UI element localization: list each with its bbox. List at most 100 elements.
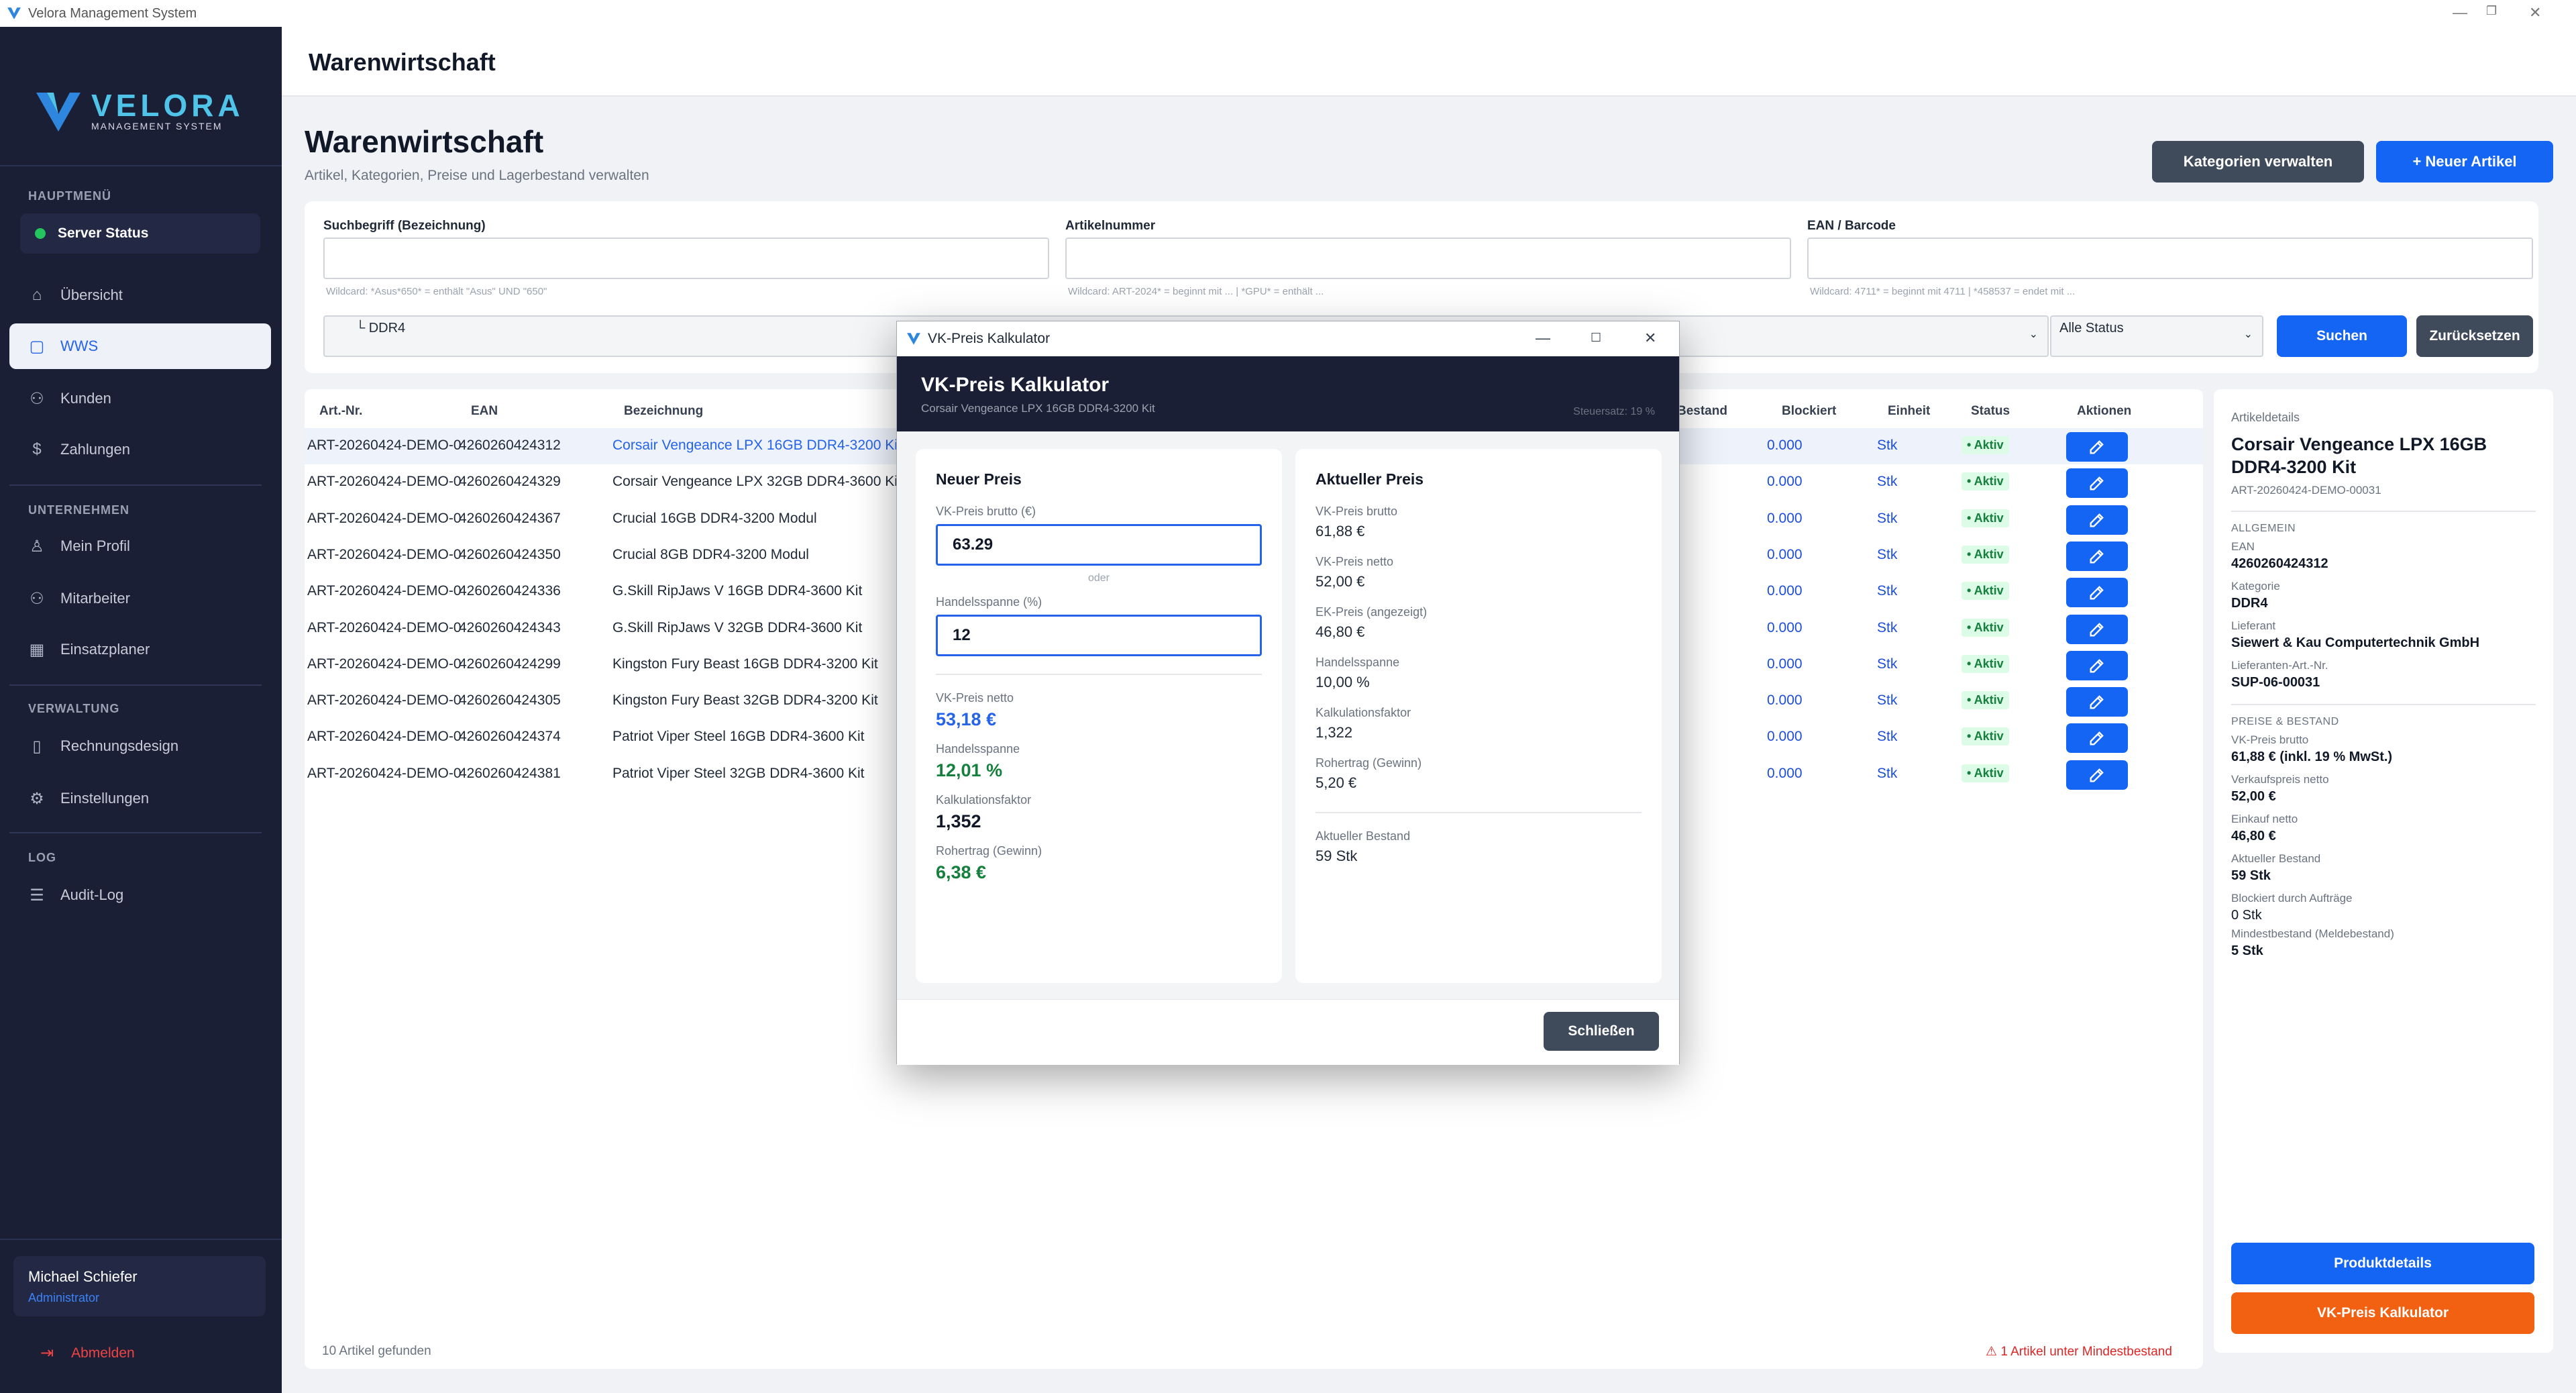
search-button[interactable]: Suchen xyxy=(2277,315,2407,357)
edit-button[interactable] xyxy=(2066,760,2128,790)
sidebar-item-staff[interactable]: ⚇ Mitarbeiter xyxy=(9,576,271,621)
gross-price-input[interactable]: 63.29 xyxy=(936,524,1262,566)
manage-categories-button[interactable]: Kategorien verwalten xyxy=(2152,141,2364,183)
sidebar-item-wws[interactable]: ▢ WWS xyxy=(9,323,271,369)
server-status[interactable]: Server Status xyxy=(20,213,260,254)
col-status[interactable]: Status xyxy=(1971,404,2010,419)
sidebar-divider xyxy=(0,1239,282,1240)
ek-label: Einkauf netto xyxy=(2231,813,2298,825)
span-value: 12,01 % xyxy=(936,760,1003,780)
col-artno[interactable]: Art.-Nr. xyxy=(319,404,362,419)
cell-artno: ART-20260424-DEMO-0 xyxy=(307,729,462,745)
document-icon: ▯ xyxy=(32,737,42,756)
cur-stock-label: Aktueller Bestand xyxy=(1316,829,1411,843)
sidebar-item-customers[interactable]: ⚇ Kunden xyxy=(9,376,271,421)
dialog-window-title: VK-Preis Kalkulator xyxy=(928,331,1051,346)
artno-input[interactable] xyxy=(1065,238,1791,279)
cell-artno: ART-20260424-DEMO-0 xyxy=(307,510,462,526)
article-details-panel: Artikeldetails Corsair Vengeance LPX 16G… xyxy=(2214,389,2553,1353)
logout-button[interactable]: ⇥ Abmelden xyxy=(40,1343,135,1363)
stock-warning-text: 1 Artikel unter Mindestbestand xyxy=(2000,1345,2172,1359)
close-icon[interactable]: ✕ xyxy=(1644,329,1656,347)
cell-ean: 4260260424374 xyxy=(459,729,561,745)
maximize-icon[interactable]: ☐ xyxy=(1591,331,1601,345)
sidebar-item-audit[interactable]: ☰ Audit-Log xyxy=(9,872,271,918)
category-label: Kategorie xyxy=(2231,580,2280,592)
ean-label: EAN xyxy=(2231,540,2255,553)
sidebar-item-label: Rechnungsdesign xyxy=(60,737,179,754)
col-ean[interactable]: EAN xyxy=(471,404,498,419)
minimize-icon[interactable]: — xyxy=(2453,4,2467,21)
restore-icon[interactable]: ❐ xyxy=(2486,4,2497,18)
edit-button[interactable] xyxy=(2066,614,2128,644)
cur-net-value: 52,00 € xyxy=(1316,573,1365,590)
search-label: Suchbegriff (Bezeichnung) xyxy=(323,219,486,233)
gross-input-label: VK-Preis brutto (€) xyxy=(936,505,1036,518)
col-unit[interactable]: Einheit xyxy=(1888,404,1930,419)
sidebar-item-planner[interactable]: ▦ Einsatzplaner xyxy=(9,627,271,672)
status-select[interactable]: Alle Status ⌄ xyxy=(2050,315,2263,357)
edit-button[interactable] xyxy=(2066,432,2128,462)
edit-button[interactable] xyxy=(2066,541,2128,571)
edit-button[interactable] xyxy=(2066,650,2128,680)
user-card[interactable]: Michael Schiefer Administrator xyxy=(13,1256,266,1317)
logout-label: Abmelden xyxy=(71,1345,135,1361)
list-icon: ☰ xyxy=(30,886,44,905)
col-stock[interactable]: Bestand xyxy=(1677,404,1727,419)
reset-button[interactable]: Zurücksetzen xyxy=(2416,315,2533,357)
gear-icon: ⚙ xyxy=(30,789,44,808)
edit-button[interactable] xyxy=(2066,723,2128,754)
cell-ean: 4260260424305 xyxy=(459,692,561,709)
logout-icon: ⇥ xyxy=(40,1344,54,1362)
sidebar-item-overview[interactable]: ⌂ Übersicht xyxy=(9,272,271,318)
status-dot-icon: • xyxy=(1967,656,1974,670)
cur-span-label: Handelsspanne xyxy=(1316,656,1400,669)
status-badge: • Aktiv xyxy=(1962,509,2009,527)
new-article-button[interactable]: + Neuer Artikel xyxy=(2376,141,2553,183)
cell-name: Corsair Vengeance LPX 16GB DDR4-3200 Kit xyxy=(612,437,902,453)
price-calculator-dialog: VK-Preis Kalkulator — ☐ ✕ VK-Preis Kalku… xyxy=(896,321,1680,1065)
search-input[interactable] xyxy=(323,238,1049,279)
status-badge-label: Aktiv xyxy=(1974,693,2004,707)
sidebar-item-payments[interactable]: $ Zahlungen xyxy=(9,427,271,472)
cur-span-value: 10,00 % xyxy=(1316,674,1370,690)
cell-ean: 4260260424312 xyxy=(459,437,561,453)
col-blocked[interactable]: Blockiert xyxy=(1782,404,1836,419)
product-details-button[interactable]: Produktdetails xyxy=(2231,1243,2534,1284)
cur-ek-value: 46,80 € xyxy=(1316,623,1365,640)
edit-button[interactable] xyxy=(2066,578,2128,608)
edit-button[interactable] xyxy=(2066,468,2128,499)
section-admin: VERWALTUNG xyxy=(28,702,120,715)
close-dialog-button[interactable]: Schließen xyxy=(1544,1012,1659,1051)
sidebar-divider xyxy=(9,832,262,833)
close-icon[interactable]: ✕ xyxy=(2529,4,2541,21)
new-price-card: Neuer Preis VK-Preis brutto (€) 63.29 od… xyxy=(916,449,1282,983)
edit-button[interactable] xyxy=(2066,687,2128,717)
ean-hint: Wildcard: 4711* = beginnt mit 4711 | *45… xyxy=(1810,286,2076,297)
page-title: Warenwirtschaft xyxy=(305,124,544,159)
topbar-title: Warenwirtschaft xyxy=(309,48,496,76)
price-calculator-button[interactable]: VK-Preis Kalkulator xyxy=(2231,1292,2534,1334)
sidebar-item-settings[interactable]: ⚙ Einstellungen xyxy=(9,776,271,821)
cell-name: Kingston Fury Beast 32GB DDR4-3200 Kit xyxy=(612,692,878,709)
status-badge: • Aktiv xyxy=(1962,436,2009,454)
cell-unit: Stk xyxy=(1877,583,1898,599)
sidebar-item-invoice-design[interactable]: ▯ Rechnungsdesign xyxy=(9,723,271,769)
cur-profit-value: 5,20 € xyxy=(1316,774,1357,791)
pencil-icon xyxy=(2090,695,2104,709)
edit-button[interactable] xyxy=(2066,505,2128,535)
min-stock-value: 5 Stk xyxy=(2231,943,2263,958)
sidebar-divider xyxy=(9,484,262,486)
cell-unit: Stk xyxy=(1877,510,1898,526)
ean-input[interactable] xyxy=(1807,238,2533,279)
section-company: UNTERNEHMEN xyxy=(28,503,130,517)
min-stock-label: Mindestbestand (Meldebestand) xyxy=(2231,927,2394,940)
status-dot-icon xyxy=(35,228,46,239)
cell-unit: Stk xyxy=(1877,619,1898,635)
col-name[interactable]: Bezeichnung xyxy=(624,404,703,419)
status-badge: • Aktiv xyxy=(1962,764,2009,782)
margin-input[interactable]: 12 xyxy=(936,615,1262,656)
minimize-icon[interactable]: — xyxy=(1536,329,1550,347)
home-icon: ⌂ xyxy=(32,286,42,304)
sidebar-item-profile[interactable]: ♙ Mein Profil xyxy=(9,523,271,569)
